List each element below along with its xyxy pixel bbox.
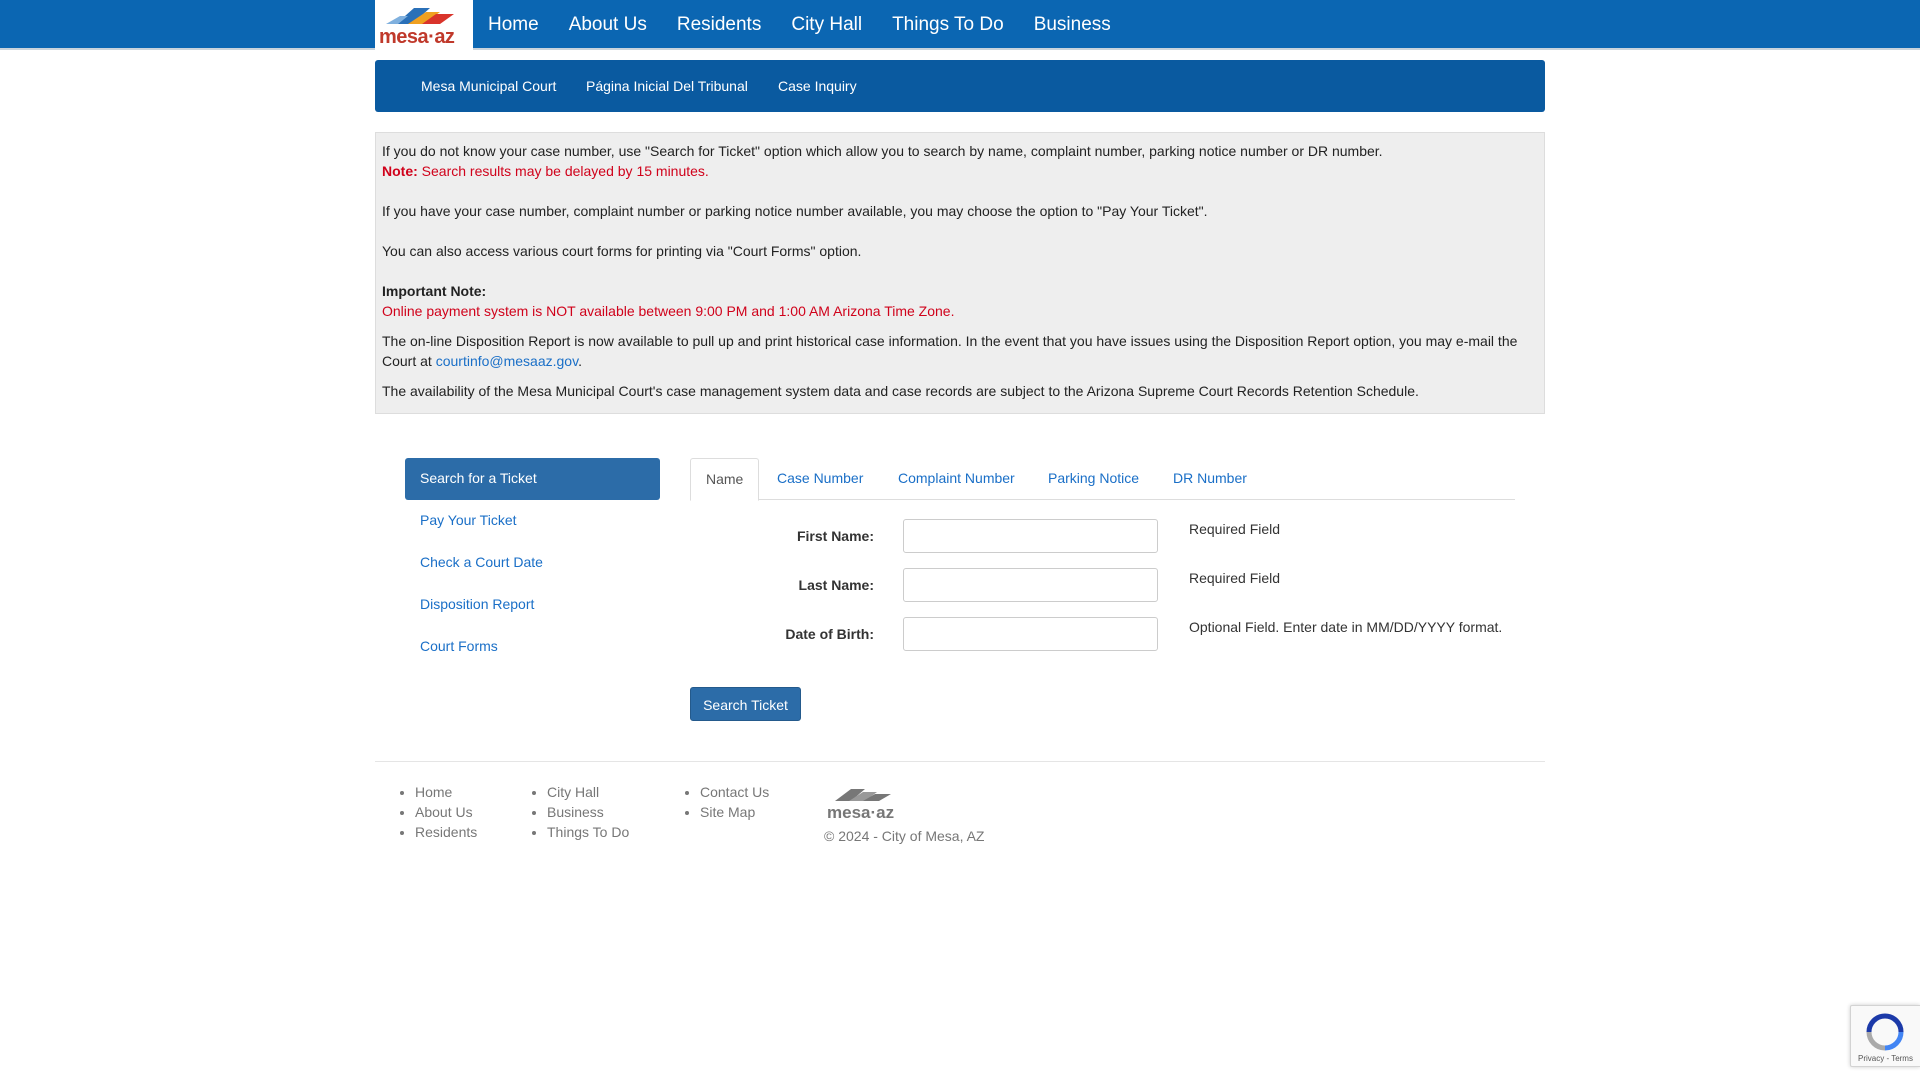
- sidebar-item-court-date[interactable]: Check a Court Date: [405, 542, 660, 584]
- nav-business[interactable]: Business: [1019, 0, 1126, 50]
- sidebar-item-disposition-report[interactable]: Disposition Report: [405, 584, 660, 626]
- recaptcha-badge[interactable]: Privacy - Terms: [1850, 1005, 1920, 1067]
- dob-input[interactable]: [903, 617, 1158, 651]
- subnav-mesa-municipal-court[interactable]: Mesa Municipal Court: [421, 60, 556, 112]
- list-item: Business: [547, 802, 629, 822]
- list-item: Site Map: [700, 802, 769, 822]
- notice-delay-note: Note: Search results may be delayed by 1…: [382, 161, 1538, 181]
- footer-divider: [375, 761, 1545, 762]
- first-name-hint: Required Field: [1189, 521, 1281, 537]
- notice-paragraph: If you do not know your case number, use…: [382, 143, 1383, 159]
- footer-link-business[interactable]: Business: [547, 804, 604, 820]
- footer-link-contact-us[interactable]: Contact Us: [700, 784, 769, 800]
- last-name-label: Last Name:: [798, 577, 874, 593]
- mesa-logo[interactable]: mesa·az: [375, 0, 473, 50]
- note-label: Note:: [382, 163, 418, 179]
- tab-parking-notice[interactable]: Parking Notice: [1048, 458, 1139, 500]
- footer-logo-text: mesa·az: [827, 803, 894, 821]
- first-name-label: First Name:: [796, 528, 874, 544]
- dob-label: Date of Birth:: [785, 626, 874, 642]
- footer-mesa-logo[interactable]: mesa·az: [825, 785, 903, 824]
- info-notice-panel: If you do not know your case number, use…: [375, 132, 1545, 414]
- case-sidebar: Search for a Ticket Pay Your Ticket Chec…: [405, 458, 660, 668]
- list-item: City Hall: [547, 782, 629, 802]
- footer-logo-mark-icon: mesa·az: [827, 789, 894, 822]
- court-email-link[interactable]: courtinfo@mesaaz.gov: [436, 353, 578, 369]
- footer-links-col3: Contact Us Site Map: [680, 782, 769, 822]
- sidebar-item-search-ticket[interactable]: Search for a Ticket: [405, 458, 660, 500]
- dob-hint: Optional Field. Enter date in MM/DD/YYYY…: [1189, 619, 1503, 635]
- disposition-paragraph: The on-line Disposition Report is now av…: [382, 333, 1518, 369]
- list-item: Things To Do: [547, 822, 629, 842]
- tab-case-number[interactable]: Case Number: [777, 458, 863, 500]
- footer-links-col1: Home About Us Residents: [395, 782, 477, 842]
- footer-copyright: © 2024 - City of Mesa, AZ: [824, 828, 985, 844]
- search-ticket-button[interactable]: Search Ticket: [690, 687, 801, 721]
- sidebar-item-court-forms[interactable]: Court Forms: [405, 626, 660, 668]
- footer-link-site-map[interactable]: Site Map: [700, 804, 755, 820]
- important-note-label: Important Note:: [382, 283, 487, 299]
- court-subnav: Mesa Municipal Court Página Inicial Del …: [375, 60, 1545, 112]
- nav-things-to-do[interactable]: Things To Do: [877, 0, 1019, 50]
- tab-complaint-number[interactable]: Complaint Number: [898, 458, 1015, 500]
- recaptcha-terms[interactable]: Privacy - Terms: [1858, 1054, 1913, 1063]
- sidebar-item-pay-ticket[interactable]: Pay Your Ticket: [405, 500, 660, 542]
- footer-link-residents[interactable]: Residents: [415, 824, 477, 840]
- notice-paragraph: The availability of the Mesa Municipal C…: [382, 383, 1419, 399]
- subnav-case-inquiry[interactable]: Case Inquiry: [778, 60, 857, 112]
- list-item: Home: [415, 782, 477, 802]
- logo-mark-icon: [386, 8, 454, 24]
- important-note-text: Online payment system is NOT available b…: [382, 303, 955, 319]
- nav-residents[interactable]: Residents: [662, 0, 777, 50]
- footer-links-col2: City Hall Business Things To Do: [527, 782, 629, 842]
- notice-paragraph: You can also access various court forms …: [382, 243, 862, 259]
- last-name-hint: Required Field: [1189, 570, 1281, 586]
- tab-name[interactable]: Name: [690, 458, 760, 501]
- footer-link-things-to-do[interactable]: Things To Do: [547, 824, 629, 840]
- nav-home[interactable]: Home: [473, 0, 554, 50]
- top-navbar: mesa·az Home About Us Residents City Hal…: [0, 0, 1920, 50]
- list-item: Residents: [415, 822, 477, 842]
- logo-text: mesa·az: [379, 26, 455, 48]
- main-nav: Home About Us Residents City Hall Things…: [473, 0, 1126, 50]
- footer-link-city-hall[interactable]: City Hall: [547, 784, 599, 800]
- first-name-input[interactable]: [903, 519, 1158, 553]
- nav-about-us[interactable]: About Us: [554, 0, 662, 50]
- nav-city-hall[interactable]: City Hall: [776, 0, 877, 50]
- notice-paragraph: If you have your case number, complaint …: [382, 203, 1208, 219]
- note-text: Search results may be delayed by 15 minu…: [417, 163, 709, 179]
- tab-dr-number[interactable]: DR Number: [1173, 458, 1247, 500]
- recaptcha-icon: [1866, 1013, 1904, 1051]
- subnav-pagina-inicial[interactable]: Página Inicial Del Tribunal: [586, 60, 748, 112]
- last-name-input[interactable]: [903, 568, 1158, 602]
- list-item: About Us: [415, 802, 477, 822]
- list-item: Contact Us: [700, 782, 769, 802]
- search-tabs: Name Case Number Complaint Number Parkin…: [690, 458, 1515, 501]
- footer-link-about-us[interactable]: About Us: [415, 804, 473, 820]
- footer-link-home[interactable]: Home: [415, 784, 452, 800]
